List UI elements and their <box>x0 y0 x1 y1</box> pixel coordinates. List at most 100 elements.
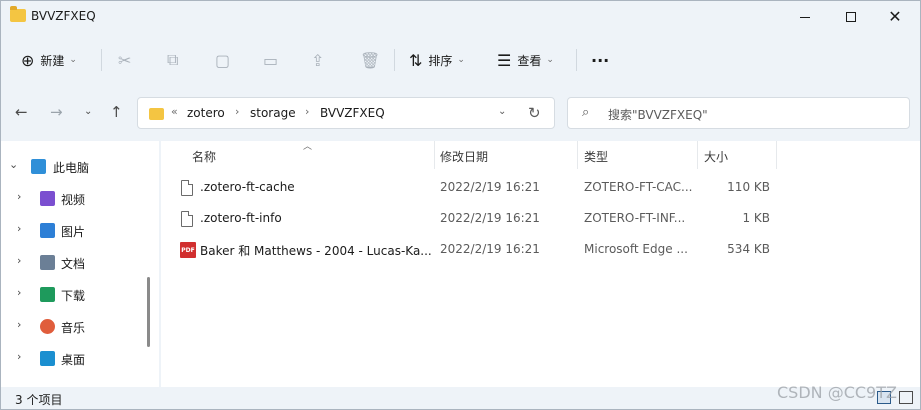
scissors-icon: ✂ <box>118 50 132 70</box>
table-row[interactable]: PDF Baker 和 Matthews - 2004 - Lucas-Ka..… <box>161 235 781 265</box>
explorer-window: BVVZFXEQ ✕ ⊕ 新建 ⌄ ✂ ⧉ ▢ ▭ ⇪ 🗑 ⇅ 排序 ⌄ ☰ 查… <box>0 0 921 410</box>
music-icon <box>40 319 55 334</box>
overflow-icon[interactable]: « <box>171 105 178 118</box>
file-modified: 2022/2/19 16:21 <box>440 211 540 225</box>
address-bar[interactable]: « zotero › storage › BVVZFXEQ ⌄ ↻ <box>137 97 555 129</box>
search-icon: ⌕ <box>582 105 590 120</box>
sidebar-item-label: 桌面 <box>61 353 86 367</box>
divider <box>101 49 102 71</box>
column-divider[interactable] <box>697 141 698 169</box>
file-icon <box>181 180 193 196</box>
divider <box>394 49 395 71</box>
breadcrumb-zotero[interactable]: zotero <box>187 106 225 120</box>
sidebar-item-documents[interactable]: › 文档 <box>1 249 141 277</box>
column-header-modified[interactable]: 修改日期 <box>440 148 488 165</box>
maximize-icon <box>846 12 856 22</box>
file-icon <box>181 211 193 227</box>
chevron-right-icon[interactable]: › <box>17 254 21 267</box>
rename-icon: ▭ <box>263 50 279 70</box>
sort-label: 排序 <box>428 53 453 68</box>
plus-circle-icon: ⊕ <box>21 50 35 70</box>
view-button[interactable]: ☰ 查看 ⌄ <box>497 47 554 73</box>
pictures-icon <box>40 223 55 238</box>
sidebar-item-label: 图片 <box>61 225 86 239</box>
cut-button[interactable]: ✂ <box>118 47 131 73</box>
minimize-icon <box>800 16 810 18</box>
sidebar-item-music[interactable]: › 音乐 <box>1 313 141 341</box>
minimize-button[interactable] <box>782 1 828 33</box>
breadcrumb-separator-icon[interactable]: › <box>235 105 239 118</box>
close-icon: ✕ <box>888 7 902 26</box>
refresh-icon[interactable]: ↻ <box>528 104 541 122</box>
table-row[interactable]: .zotero-ft-cache 2022/2/19 16:21 ZOTERO-… <box>161 173 781 203</box>
share-button[interactable]: ⇪ <box>311 47 324 73</box>
forward-arrow-icon[interactable]: → <box>50 103 63 121</box>
rename-button[interactable]: ▭ <box>263 47 278 73</box>
sidebar-item-pictures[interactable]: › 图片 <box>1 217 141 245</box>
sidebar-scrollbar[interactable] <box>147 277 150 347</box>
computer-icon <box>31 159 46 174</box>
breadcrumb-storage[interactable]: storage <box>250 106 296 120</box>
desktop-icon <box>40 351 55 366</box>
file-name: Baker 和 Matthews - 2004 - Lucas-Ka... <box>200 244 432 258</box>
chevron-down-icon: ⌄ <box>457 55 465 65</box>
window-title: BVVZFXEQ <box>31 9 96 23</box>
sidebar-item-videos[interactable]: › 视频 <box>1 185 141 213</box>
sidebar-item-label: 音乐 <box>61 321 86 335</box>
column-header-name[interactable]: 名称 <box>192 148 216 165</box>
chevron-down-icon: ⌄ <box>69 55 77 65</box>
up-arrow-icon[interactable]: ↑ <box>110 103 123 121</box>
maximize-button[interactable] <box>828 1 874 33</box>
paste-button[interactable]: ▢ <box>215 47 230 73</box>
video-icon <box>40 191 55 206</box>
chevron-right-icon[interactable]: › <box>17 350 21 363</box>
file-size: 534 KB <box>727 242 770 256</box>
sidebar-item-downloads[interactable]: › 下载 <box>1 281 141 309</box>
file-type: ZOTERO-FT-INF... <box>584 211 686 225</box>
trash-icon: 🗑 <box>360 50 381 70</box>
new-button[interactable]: ⊕ 新建 ⌄ <box>21 47 77 73</box>
close-button[interactable]: ✕ <box>872 1 918 33</box>
search-box[interactable]: ⌕ 搜索"BVVZFXEQ" <box>567 97 910 129</box>
divider <box>576 49 577 71</box>
more-button[interactable]: ··· <box>591 47 609 73</box>
column-header-type[interactable]: 类型 <box>584 148 608 165</box>
sidebar-item-desktop[interactable]: › 桌面 <box>1 345 141 373</box>
column-header-size[interactable]: 大小 <box>704 148 728 165</box>
sort-icon: ⇅ <box>409 50 423 70</box>
clipboard-icon: ▢ <box>215 50 231 70</box>
sidebar-item-this-pc[interactable]: ⌄ 此电脑 <box>1 153 141 181</box>
column-divider[interactable] <box>577 141 578 169</box>
chevron-right-icon[interactable]: › <box>17 286 21 299</box>
file-modified: 2022/2/19 16:21 <box>440 242 540 256</box>
sidebar-item-label: 下载 <box>61 289 86 303</box>
share-icon: ⇪ <box>311 50 325 70</box>
list-view-icon: ☰ <box>497 50 512 70</box>
view-label: 查看 <box>517 53 542 68</box>
sort-button[interactable]: ⇅ 排序 ⌄ <box>409 47 465 73</box>
address-row: ← → ⌄ ↑ « zotero › storage › BVVZFXEQ ⌄ … <box>1 95 920 131</box>
file-modified: 2022/2/19 16:21 <box>440 180 540 194</box>
tiles-view-icon[interactable] <box>899 391 913 404</box>
breadcrumb-separator-icon[interactable]: › <box>305 105 309 118</box>
table-row[interactable]: .zotero-ft-info 2022/2/19 16:21 ZOTERO-F… <box>161 204 781 234</box>
sort-ascending-icon: ︿ <box>303 142 313 152</box>
column-divider[interactable] <box>434 141 435 169</box>
recent-chevron-icon[interactable]: ⌄ <box>84 106 92 117</box>
chevron-down-icon: ⌄ <box>546 55 554 65</box>
copy-button[interactable]: ⧉ <box>167 47 178 73</box>
back-arrow-icon[interactable]: ← <box>15 103 28 121</box>
more-icon: ··· <box>591 50 610 70</box>
pdf-icon: PDF <box>180 242 196 258</box>
file-name: .zotero-ft-cache <box>200 180 295 194</box>
delete-button[interactable]: 🗑 <box>360 47 380 73</box>
file-type: Microsoft Edge ... <box>584 242 688 256</box>
chevron-right-icon[interactable]: › <box>17 318 21 331</box>
chevron-right-icon[interactable]: › <box>17 222 21 235</box>
column-divider[interactable] <box>776 141 777 169</box>
item-count: 3 个项目 <box>15 393 63 407</box>
chevron-down-icon[interactable]: ⌄ <box>498 106 506 117</box>
chevron-right-icon[interactable]: › <box>17 190 21 203</box>
breadcrumb-current[interactable]: BVVZFXEQ <box>320 106 385 120</box>
chevron-down-icon[interactable]: ⌄ <box>9 158 18 171</box>
